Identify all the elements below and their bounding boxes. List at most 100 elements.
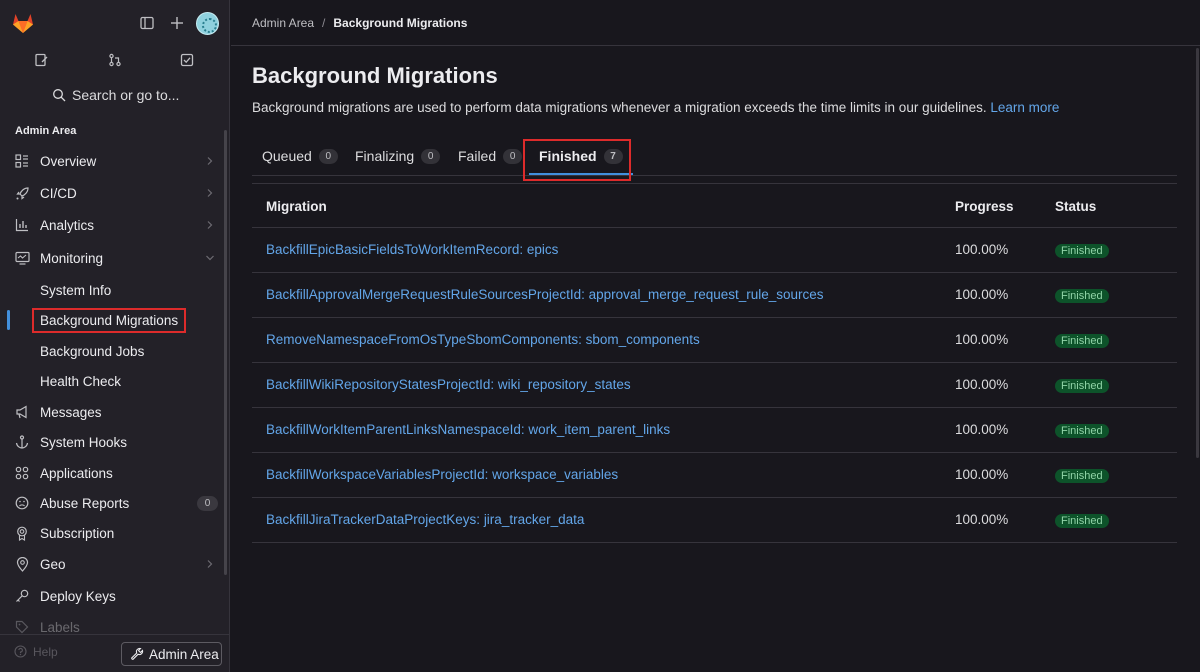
migration-link[interactable]: BackfillWorkspaceVariablesProjectId: wor… xyxy=(266,467,618,482)
sidebar-subitem-background-migrations[interactable]: Background Migrations xyxy=(0,305,226,335)
sidebar-item-label: Overview xyxy=(40,153,97,169)
migration-link[interactable]: RemoveNamespaceFromOsTypeSbomComponents:… xyxy=(266,332,700,347)
sidebar-item-abuse-reports[interactable]: Abuse Reports 0 xyxy=(0,488,226,518)
chevron-down-icon xyxy=(206,255,214,261)
sad-face-icon xyxy=(14,495,30,511)
todo-icon[interactable] xyxy=(177,50,197,70)
migration-link[interactable]: BackfillWikiRepositoryStatesProjectId: w… xyxy=(266,377,631,392)
tab-finalizing[interactable]: Finalizing 0 xyxy=(355,136,441,176)
sidebar-item-label: Applications xyxy=(40,465,113,481)
sidebar-toggle-icon[interactable] xyxy=(136,12,158,34)
sidebar-item-analytics[interactable]: Analytics xyxy=(0,210,226,240)
status-badge: Finished xyxy=(1055,469,1109,483)
gitlab-logo-icon[interactable] xyxy=(11,11,35,35)
tab-label: Failed xyxy=(458,148,497,164)
tab-label: Queued xyxy=(262,148,312,164)
tab-finished[interactable]: Finished 7 xyxy=(529,136,633,176)
breadcrumb-current[interactable]: Background Migrations xyxy=(333,16,467,30)
status-badge: Finished xyxy=(1055,244,1109,258)
sidebar-item-label: System Hooks xyxy=(40,434,128,450)
tab-count: 0 xyxy=(421,148,441,164)
wrench-icon xyxy=(131,647,144,660)
sidebar-item-label: Health Check xyxy=(40,373,122,389)
key-icon xyxy=(14,588,30,604)
tab-queued[interactable]: Queued 0 xyxy=(262,136,338,176)
table-row: BackfillEpicBasicFieldsToWorkItemRecord:… xyxy=(252,228,1177,273)
sidebar-item-label: System Info xyxy=(40,282,112,298)
tab-label: Finished xyxy=(539,148,597,164)
sidebar-shortcuts xyxy=(0,47,229,73)
sidebar-scrollbar[interactable] xyxy=(224,130,227,575)
sidebar-item-label: Messages xyxy=(40,404,102,420)
migration-progress: 100.00% xyxy=(955,377,1009,392)
sidebar-item-messages[interactable]: Messages xyxy=(0,397,226,427)
status-badge: Finished xyxy=(1055,514,1109,528)
column-header-migration[interactable]: Migration xyxy=(266,199,327,214)
migration-link[interactable]: BackfillEpicBasicFieldsToWorkItemRecord:… xyxy=(266,242,558,257)
issues-icon[interactable] xyxy=(31,50,51,70)
sidebar-subitem-system-info[interactable]: System Info xyxy=(0,275,226,305)
tab-count: 0 xyxy=(318,148,338,164)
table-row: BackfillWorkItemParentLinksNamespaceId: … xyxy=(252,408,1177,453)
search-label: Search or go to... xyxy=(72,87,180,103)
main-scrollbar[interactable] xyxy=(1196,48,1199,458)
sidebar-footer: Help Admin Area xyxy=(0,634,229,672)
sidebar-item-applications[interactable]: Applications xyxy=(0,458,226,488)
status-badge: Finished xyxy=(1055,289,1109,303)
learn-more-link[interactable]: Learn more xyxy=(990,100,1059,115)
migration-link[interactable]: BackfillJiraTrackerDataProjectKeys: jira… xyxy=(266,512,584,527)
migration-link[interactable]: BackfillApprovalMergeRequestRuleSourcesP… xyxy=(266,287,824,302)
migration-link[interactable]: BackfillWorkItemParentLinksNamespaceId: … xyxy=(266,422,670,437)
help-button[interactable]: Help xyxy=(14,645,58,659)
label-icon xyxy=(14,619,30,635)
status-badge: Finished xyxy=(1055,379,1109,393)
sidebar-subitem-health-check[interactable]: Health Check xyxy=(0,366,226,396)
migration-progress: 100.00% xyxy=(955,332,1009,347)
avatar[interactable] xyxy=(196,12,219,35)
sidebar-subitem-background-jobs[interactable]: Background Jobs xyxy=(0,336,226,366)
sidebar-item-overview[interactable]: Overview xyxy=(0,146,226,176)
breadcrumb-admin-area[interactable]: Admin Area xyxy=(252,16,314,30)
merge-request-icon[interactable] xyxy=(105,50,125,70)
migration-progress: 100.00% xyxy=(955,467,1009,482)
table-header: Migration Progress Status xyxy=(252,183,1177,228)
monitor-icon xyxy=(14,250,30,266)
description-text: Background migrations are used to perfor… xyxy=(252,100,987,115)
migrations-table: Migration Progress Status BackfillEpicBa… xyxy=(252,183,1177,543)
anchor-icon xyxy=(14,434,30,450)
sidebar-header xyxy=(0,0,229,46)
help-label: Help xyxy=(33,645,58,659)
table-row: BackfillWikiRepositoryStatesProjectId: w… xyxy=(252,363,1177,408)
table-row: BackfillJiraTrackerDataProjectKeys: jira… xyxy=(252,498,1177,543)
sidebar-item-label: Deploy Keys xyxy=(40,588,116,604)
tab-label: Finalizing xyxy=(355,148,415,164)
overview-icon xyxy=(14,153,30,169)
sidebar-item-label: Monitoring xyxy=(40,250,104,266)
sidebar-item-deploy-keys[interactable]: Deploy Keys xyxy=(0,581,226,611)
column-header-status[interactable]: Status xyxy=(1055,199,1096,214)
sidebar-item-monitoring[interactable]: Monitoring xyxy=(0,243,226,273)
search-button[interactable]: Search or go to... xyxy=(52,84,179,106)
sidebar-item-label: Background Migrations xyxy=(31,307,187,333)
sidebar-item-geo[interactable]: Geo xyxy=(0,549,226,579)
sidebar-item-system-hooks[interactable]: System Hooks xyxy=(0,427,226,457)
sidebar-item-cicd[interactable]: CI/CD xyxy=(0,178,226,208)
help-icon xyxy=(14,645,27,658)
app-window: Search or go to... Admin Area Overview C… xyxy=(0,0,1200,672)
migration-progress: 100.00% xyxy=(955,512,1009,527)
sidebar-item-label: Background Jobs xyxy=(40,343,145,359)
sidebar: Search or go to... Admin Area Overview C… xyxy=(0,0,230,672)
chevron-right-icon xyxy=(207,560,213,568)
page-description: Background migrations are used to perfor… xyxy=(252,100,1059,115)
migration-progress: 100.00% xyxy=(955,287,1009,302)
license-icon xyxy=(14,525,30,541)
tab-failed[interactable]: Failed 0 xyxy=(458,136,523,176)
admin-area-button[interactable]: Admin Area xyxy=(121,642,222,666)
sidebar-item-subscription[interactable]: Subscription xyxy=(0,518,226,548)
plus-icon[interactable] xyxy=(166,12,188,34)
status-badge: Finished xyxy=(1055,424,1109,438)
chevron-right-icon xyxy=(207,189,213,197)
sidebar-item-label: Subscription xyxy=(40,525,115,541)
megaphone-icon xyxy=(14,404,30,420)
column-header-progress[interactable]: Progress xyxy=(955,199,1014,214)
